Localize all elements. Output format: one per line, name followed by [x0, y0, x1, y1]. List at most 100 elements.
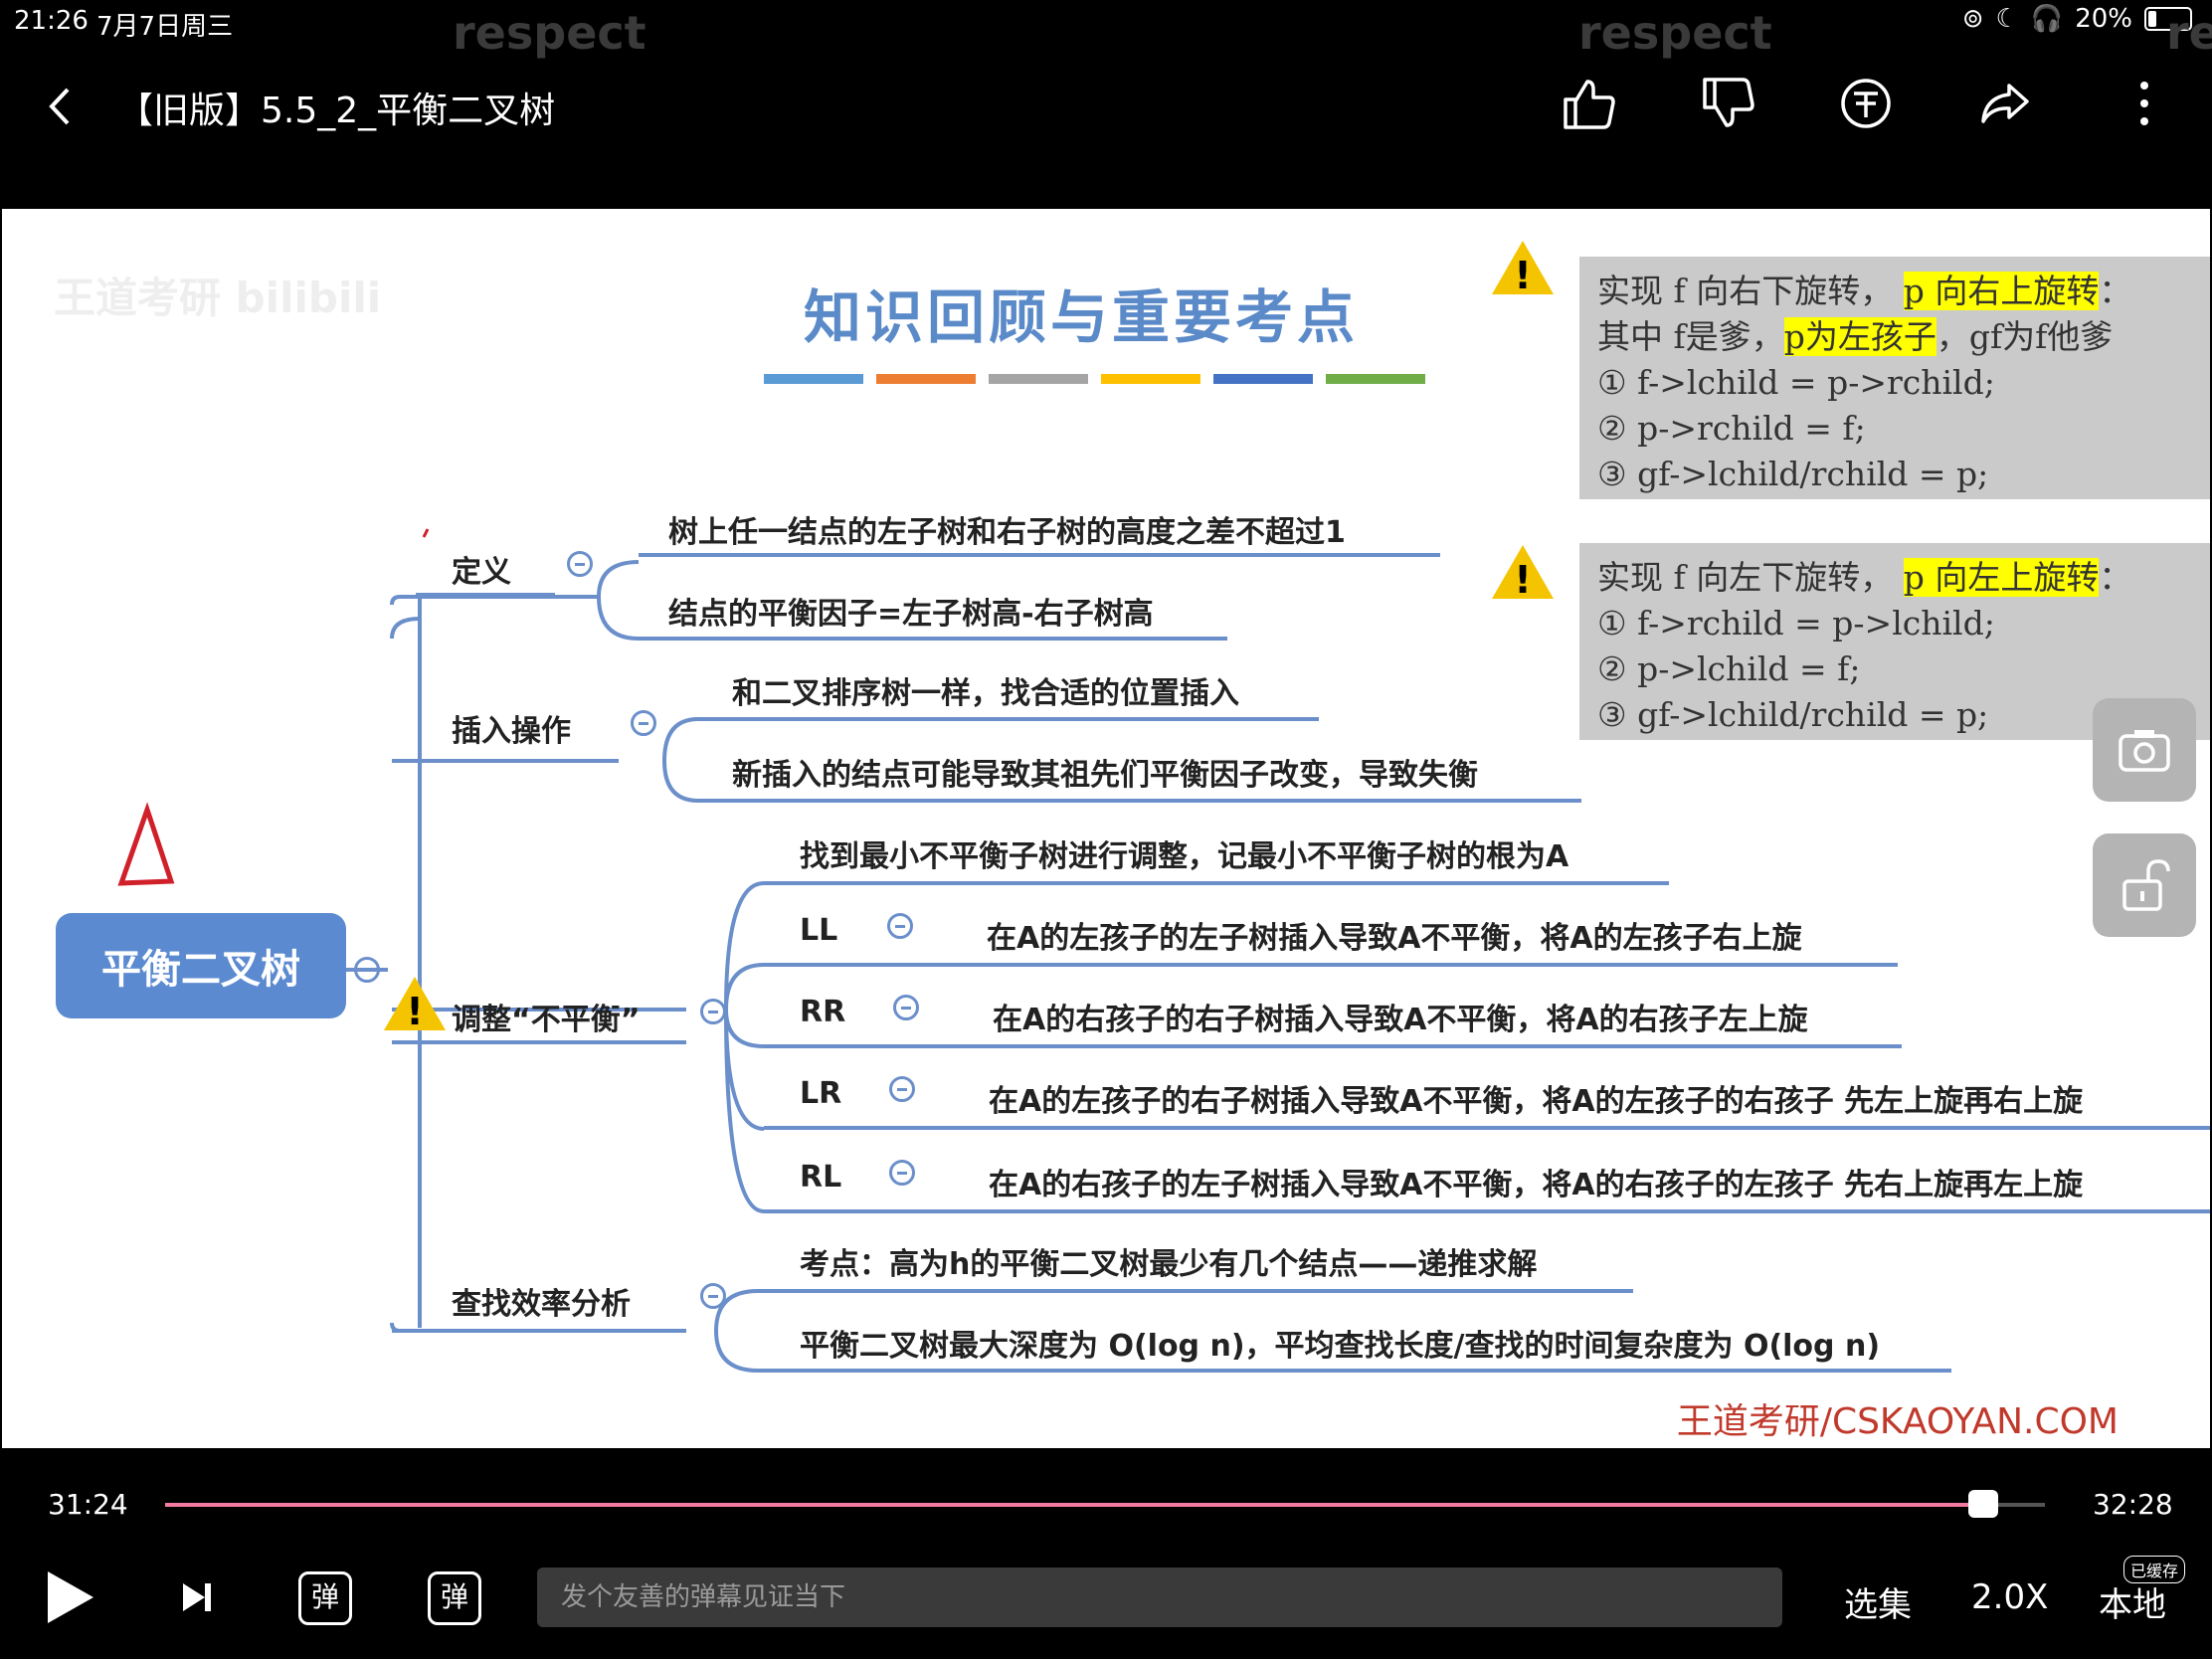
- current-time: 31:24: [48, 1488, 128, 1521]
- danmaku-toggle-label: 弹: [310, 1580, 339, 1613]
- screenshot-button[interactable]: [2093, 698, 2196, 802]
- status-time: 21:26: [14, 6, 89, 36]
- local-button[interactable]: 本地: [2099, 1577, 2166, 1626]
- mindmap-root: 平衡二叉树: [56, 913, 346, 1018]
- headphones-icon: 🎧: [2030, 4, 2064, 34]
- total-time: 32:28: [2093, 1488, 2173, 1521]
- danmaku-settings-label: 弹: [440, 1580, 468, 1613]
- note-text: 实现 f 向右下旋转，: [1597, 272, 1894, 310]
- note-text: ：: [2099, 558, 2132, 597]
- battery-percent: 20%: [2075, 4, 2132, 34]
- underline: [758, 1289, 1633, 1293]
- underline: [392, 1329, 686, 1333]
- note-text: ：: [2099, 272, 2132, 310]
- thumbs-up-icon: [1564, 80, 1615, 129]
- note-text: ，gf为f他爹: [1936, 317, 2114, 356]
- warning-icon: !: [384, 977, 446, 1032]
- search-item: 平衡二叉树最大深度为 O(log n)，平均查找长度/查找的时间复杂度为 O(l…: [800, 1329, 1881, 1364]
- thumbs-down-icon: [1703, 78, 1754, 127]
- next-button[interactable]: [177, 1577, 217, 1617]
- note-highlight: p为左孩子: [1783, 317, 1936, 356]
- danmaku-input[interactable]: 发个友善的弹幕见证当下: [537, 1567, 1782, 1627]
- underline: [392, 759, 619, 763]
- case-name: RR: [800, 995, 846, 1029]
- case-text: 在A的右孩子的右子树插入导致A不平衡，将A的右孩子左上旋: [993, 1003, 1808, 1037]
- progress-fill: [165, 1503, 1983, 1507]
- underline: [758, 1369, 1951, 1373]
- status-indicators: ⊚ ☾ 🎧 20%: [1962, 4, 2192, 34]
- collapse-icon: [889, 1160, 915, 1186]
- status-date: 7月7日周三: [96, 12, 234, 42]
- more-icon: [2140, 82, 2148, 125]
- case-text: 在A的左孩子的右子树插入导致A不平衡，将A的左孩子的右孩子 先左上旋再右上旋: [989, 1084, 2084, 1119]
- underline: [392, 1040, 686, 1044]
- branch-definition: 定义: [452, 555, 511, 590]
- case-text: 在A的右孩子的左子树插入导致A不平衡，将A的右孩子的左孩子 先右上旋再左上旋: [989, 1168, 2084, 1202]
- speed-button[interactable]: 2.0X: [1971, 1577, 2048, 1617]
- more-button[interactable]: [2115, 74, 2174, 133]
- code-line: ② p->lchild = f;: [1597, 649, 1861, 688]
- collapse-icon: [889, 1076, 915, 1102]
- underline: [639, 637, 1227, 641]
- back-button[interactable]: [40, 82, 80, 131]
- collapse-icon: [631, 710, 656, 736]
- code-line: ① f->lchild = p->rchild;: [1597, 363, 1995, 402]
- case-name: RL: [800, 1160, 842, 1195]
- note-text: 实现 f 向左下旋转，: [1597, 558, 1894, 597]
- definition-item: 树上任一结点的左子树和右子树的高度之差不超过1: [668, 515, 1346, 550]
- collapse-icon: [893, 995, 919, 1020]
- branch-adjust: 调整“不平衡”: [452, 1003, 641, 1037]
- progress-thumb[interactable]: [1967, 1490, 1998, 1518]
- collapse-icon: [700, 1283, 726, 1309]
- underline: [764, 1044, 1902, 1048]
- case-name: LR: [800, 1076, 842, 1111]
- underline: [764, 963, 1898, 967]
- watermark: respect: [1578, 6, 1772, 60]
- hand-drawn-triangle: [117, 802, 175, 886]
- danmaku-settings[interactable]: 弹: [428, 1571, 481, 1625]
- moon-icon: ☾: [1995, 4, 2019, 34]
- note-highlight: p 向右上旋转: [1903, 272, 2100, 310]
- collapse-icon: [700, 999, 726, 1024]
- like-button[interactable]: [1558, 74, 1617, 133]
- case-text: 在A的左孩子的左子树插入导致A不平衡，将A的左孩子右上旋: [987, 921, 1802, 956]
- warning-icon: !: [1492, 241, 1554, 296]
- back-icon: [49, 88, 70, 125]
- svg-text:!: !: [1514, 558, 1531, 601]
- underline: [764, 1209, 2210, 1213]
- code-line: ① f->rchild = p->lchild;: [1597, 604, 1995, 643]
- warning-icon: !: [1492, 545, 1554, 601]
- coin-icon: [1841, 79, 1891, 128]
- collapse-icon: [354, 957, 380, 983]
- camera-icon: [2119, 730, 2170, 772]
- coin-button[interactable]: [1836, 74, 1896, 133]
- svg-text:!: !: [1514, 254, 1531, 296]
- slide-credit: 王道考研/CSKAOYAN.COM: [1676, 1401, 2119, 1442]
- episodes-button[interactable]: 选集: [1844, 1577, 1912, 1626]
- note-right-rotation: 实现 f 向右下旋转， p 向右上旋转： 其中 f是爹，p为左孩子，gf为f他爹…: [1579, 257, 2210, 499]
- collapse-icon: [567, 551, 593, 577]
- definition-item: 结点的平衡因子=左子树高-右子树高: [668, 597, 1154, 632]
- underline: [639, 553, 1440, 557]
- dislike-button[interactable]: [1697, 74, 1756, 133]
- case-name: LL: [800, 913, 838, 948]
- video-title: 【旧版】5.5_2_平衡二叉树: [117, 91, 556, 131]
- share-button[interactable]: [1975, 74, 2035, 133]
- code-line: ② p->rchild = f;: [1597, 409, 1866, 448]
- code-line: ③ gf->lchild/rchild = p;: [1597, 455, 1989, 493]
- note-highlight: p 向左上旋转: [1903, 558, 2100, 597]
- watermark: respect: [453, 6, 646, 60]
- svg-text:!: !: [406, 990, 423, 1032]
- skip-next-icon: [183, 1583, 211, 1611]
- underline: [416, 593, 555, 597]
- danmaku-toggle[interactable]: 弹: [298, 1571, 352, 1625]
- video-frame[interactable]: 王道考研 bilibili 知识回顾与重要考点 平衡二叉树 定义 树上任一结点的…: [2, 209, 2210, 1448]
- branch-insert: 插入操作: [452, 714, 571, 749]
- play-icon: [48, 1571, 93, 1623]
- underline: [698, 799, 1581, 803]
- lock-screen-button[interactable]: [2093, 833, 2196, 937]
- branch-search: 查找效率分析: [452, 1287, 631, 1322]
- play-button[interactable]: [40, 1567, 99, 1627]
- unlock-icon: [2122, 859, 2170, 911]
- share-icon: [1981, 84, 2029, 123]
